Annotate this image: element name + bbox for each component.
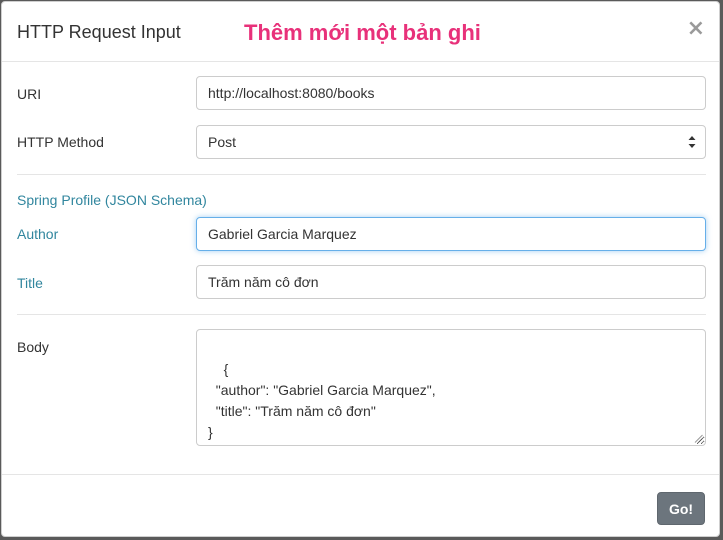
go-button[interactable]: Go! — [657, 492, 705, 525]
close-button[interactable]: × — [687, 18, 705, 40]
select-arrows-icon — [688, 136, 696, 148]
body-label: Body — [17, 339, 49, 355]
title-input[interactable]: Trăm năm cô đơn — [196, 265, 706, 299]
body-textarea[interactable]: { "author": "Gabriel Garcia Marquez", "t… — [196, 329, 706, 446]
body-text: { "author": "Gabriel Garcia Marquez", "t… — [208, 361, 436, 440]
modal-title: HTTP Request Input — [17, 22, 181, 42]
resize-grip-icon[interactable] — [694, 434, 703, 443]
profile-section-title: Spring Profile (JSON Schema) — [17, 192, 207, 208]
http-method-label: HTTP Method — [17, 134, 104, 150]
author-input[interactable]: Gabriel Garcia Marquez — [196, 217, 706, 251]
http-request-modal: HTTP Request Input Thêm mới một bản ghi … — [1, 1, 720, 537]
annotation-text: Thêm mới một bản ghi — [244, 20, 481, 45]
divider — [17, 174, 706, 175]
author-label: Author — [17, 226, 59, 242]
modal-footer: Go! — [2, 474, 719, 536]
http-method-value: Post — [208, 134, 237, 150]
uri-label: URI — [17, 86, 42, 102]
modal-header: HTTP Request Input Thêm mới một bản ghi … — [2, 2, 719, 62]
uri-input[interactable]: http://localhost:8080/books — [196, 76, 706, 110]
title-label: Title — [17, 275, 43, 291]
http-method-select[interactable]: Post — [196, 125, 706, 159]
divider — [17, 314, 706, 315]
